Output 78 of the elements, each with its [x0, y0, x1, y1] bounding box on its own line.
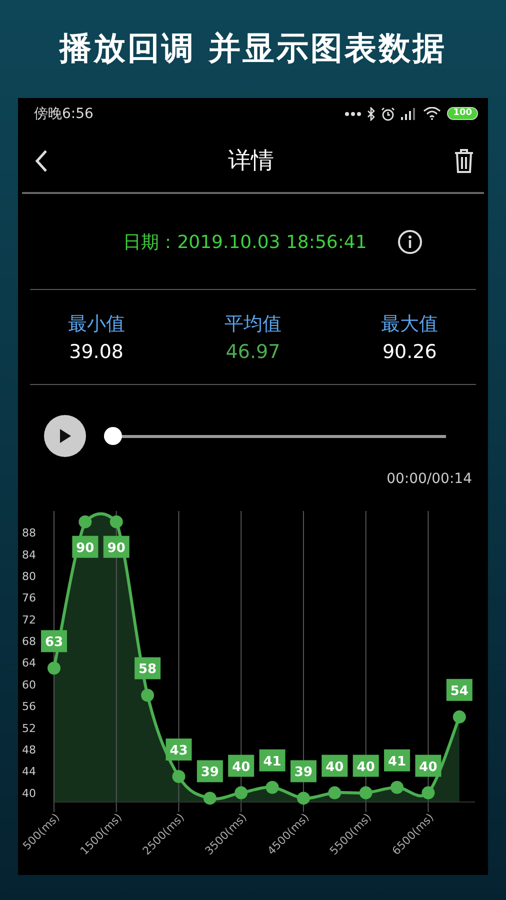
- data-label: 43: [166, 738, 192, 761]
- stat-value: 39.08: [69, 341, 124, 364]
- data-label: 90: [72, 536, 98, 558]
- y-tick-label: 52: [22, 722, 36, 735]
- data-label: 58: [138, 662, 157, 678]
- y-tick-label: 64: [22, 656, 36, 670]
- data-label: 41: [388, 754, 406, 770]
- y-tick-label: 88: [22, 526, 36, 540]
- y-tick-label: 44: [22, 765, 36, 778]
- play-icon: [58, 428, 72, 444]
- data-label: 41: [263, 754, 282, 770]
- data-label: 40: [419, 760, 438, 775]
- y-tick-label: 72: [22, 613, 36, 626]
- data-point: [172, 770, 186, 784]
- data-label: 63: [41, 630, 67, 652]
- data-point: [266, 780, 279, 794]
- y-tick-label: 80: [22, 570, 36, 584]
- bluetooth-icon: [367, 106, 376, 121]
- data-point: [141, 688, 154, 702]
- data-label: 58: [134, 657, 161, 680]
- more-dots-icon: [345, 110, 362, 117]
- data-point: [422, 786, 435, 800]
- stat-label: 最小值: [68, 312, 125, 338]
- data-label: 39: [196, 760, 223, 782]
- data-point: [234, 786, 248, 800]
- wifi-icon: [423, 107, 442, 120]
- data-label: 40: [352, 754, 379, 777]
- data-point: [390, 780, 404, 794]
- banner-title: 播放回调 并显示图表数据: [59, 28, 447, 69]
- info-icon[interactable]: [396, 228, 423, 254]
- battery-level: 100: [447, 107, 478, 120]
- y-tick-label: 60: [22, 678, 36, 692]
- y-tick-label: 40: [22, 786, 36, 800]
- data-label: 40: [322, 754, 348, 777]
- data-point: [203, 792, 216, 805]
- data-label: 90: [107, 540, 126, 556]
- y-tick-label: 76: [22, 592, 36, 605]
- data-label: 43: [170, 744, 188, 759]
- data-label: 39: [200, 765, 219, 780]
- data-label: 40: [232, 760, 250, 775]
- data-label: 40: [356, 760, 375, 775]
- progress-slider[interactable]: [104, 427, 446, 446]
- stat-value: 46.97: [226, 341, 280, 364]
- y-tick-label: 84: [22, 548, 36, 562]
- data-point: [48, 662, 60, 675]
- data-point: [328, 786, 342, 800]
- y-tick-label: 68: [22, 635, 36, 648]
- play-time: 00:00/00:14: [386, 471, 472, 488]
- alarm-icon: [381, 106, 396, 121]
- data-label: 41: [259, 749, 286, 772]
- data-label: 40: [326, 760, 344, 775]
- data-point: [359, 786, 372, 800]
- data-label: 63: [44, 635, 64, 650]
- data-label: 39: [290, 760, 316, 782]
- stat-label: 最大值: [381, 312, 438, 338]
- data-point: [78, 515, 92, 528]
- trash-icon[interactable]: [454, 148, 474, 174]
- y-tick-label: 56: [22, 700, 36, 714]
- data-point: [110, 515, 123, 528]
- stat-value: 90.26: [382, 341, 437, 364]
- stat-label: 平均值: [224, 312, 282, 338]
- data-label: 40: [228, 754, 254, 777]
- y-tick-label: 48: [22, 743, 36, 756]
- data-label: 54: [450, 684, 468, 699]
- data-point: [296, 792, 310, 805]
- data-label: 39: [294, 765, 313, 780]
- status-time: 傍晚6:56: [34, 104, 94, 123]
- data-label: 90: [76, 540, 94, 556]
- data-label: 54: [446, 678, 472, 701]
- signal-icon: [401, 108, 418, 120]
- play-button[interactable]: [44, 415, 86, 458]
- data-label: 40: [415, 754, 442, 777]
- record-date: 日期：2019.10.03 18:56:41: [123, 230, 367, 254]
- data-point: [452, 710, 466, 724]
- page-title: 详情: [228, 147, 274, 176]
- back-icon[interactable]: [34, 148, 48, 173]
- data-label: 90: [103, 536, 130, 558]
- data-label: 41: [384, 749, 410, 772]
